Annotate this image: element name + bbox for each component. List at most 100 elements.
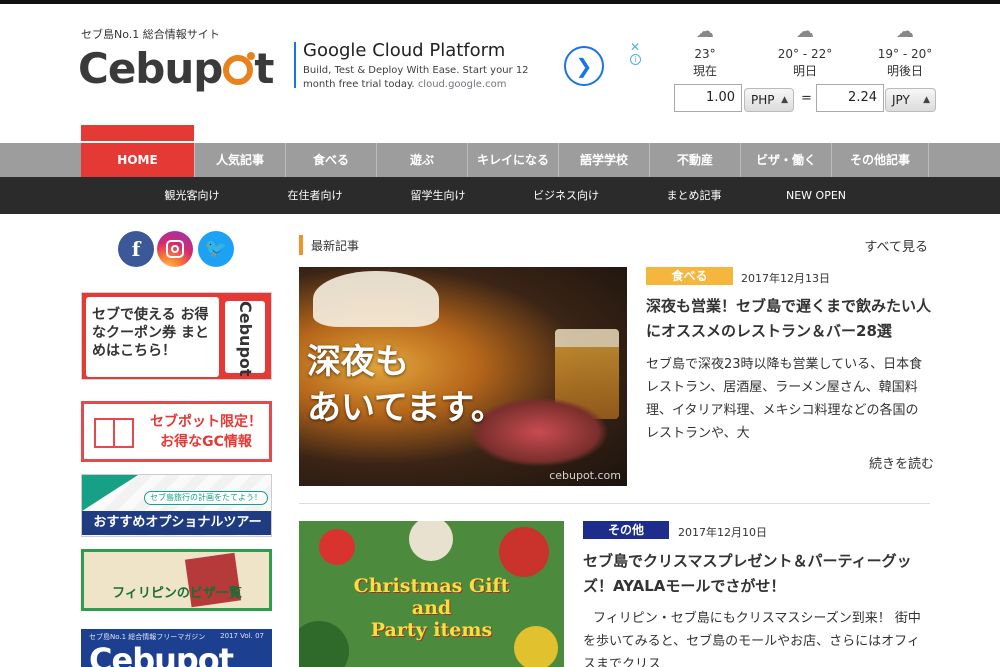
- subnav-item-summary[interactable]: まとめ記事: [642, 177, 746, 214]
- thumbnail-caption: Christmas Gift and Party items: [299, 575, 564, 641]
- site-header: セブ島No.1 総合情報サイト Cebup t Google Cloud Plat…: [0, 4, 1000, 143]
- cloud-rain-icon: ☁: [796, 21, 814, 42]
- weather-temp: 19° - 20°: [877, 47, 933, 61]
- equals-sign: =: [801, 91, 812, 106]
- main-nav: HOME 人気記事 食べる 遊ぶ キレイになる 語学学校 不動産 ビザ・働く そ…: [0, 143, 1000, 177]
- home-tab-marker: [81, 125, 194, 141]
- ad-title[interactable]: Google Cloud Platform: [303, 40, 505, 61]
- thumbnail-caption: 深夜も あいてます。: [307, 339, 505, 431]
- ornament-decoration: [409, 521, 453, 561]
- weather-label: 明日: [792, 64, 817, 78]
- gc-banner-text: セブポット限定！ お得なGC情報: [150, 414, 262, 450]
- chevron-updown-icon: ▲: [781, 95, 788, 105]
- nav-item-popular[interactable]: 人気記事: [194, 143, 285, 177]
- nav-item-beauty[interactable]: キレイになる: [467, 143, 558, 177]
- chevron-updown-icon: ▲: [923, 95, 930, 105]
- gift-icon: [94, 418, 134, 448]
- nav-item-play[interactable]: 遊ぶ: [376, 143, 467, 177]
- section-accent-bar: [299, 235, 303, 255]
- facebook-icon[interactable]: f: [118, 231, 154, 267]
- category-badge[interactable]: 食べる: [646, 267, 733, 285]
- article-excerpt: フィリピン・セブ島にもクリスマスシーズン到来！ 街中を歩いてみると、セブ島のモー…: [583, 611, 921, 667]
- weather-tomorrow: ☁ 20° - 22° 明日: [760, 22, 850, 80]
- thumbnail-caption-line1: Christmas Gift: [353, 575, 510, 597]
- subnav-item-residents[interactable]: 在住者向け: [263, 177, 367, 214]
- magazine-banner[interactable]: セブ島No.1 総合情報フリーマガジン 2017 Vol. 07 Cebupot: [81, 629, 272, 667]
- tour-banner-decoration: [82, 475, 138, 511]
- ornament-decoration: [319, 529, 355, 565]
- chevron-right-icon[interactable]: ❯: [564, 46, 604, 86]
- article-date: 2017年12月13日: [741, 272, 830, 285]
- visa-banner-text: フィリピンのビザ一覧: [112, 586, 242, 601]
- nav-item-other[interactable]: その他記事: [831, 143, 929, 177]
- thumbnail-caption-line1: 深夜も: [307, 342, 409, 382]
- logo-text-end: t: [254, 44, 274, 93]
- coupon-banner-text: セブで使える お得なクーポン券 まとめはこちら！: [86, 297, 219, 377]
- nav-item-visa-work[interactable]: ビザ・働く: [740, 143, 831, 177]
- cloud-thunder-icon: ☁: [896, 21, 914, 42]
- currency-to-select[interactable]: JPY ▲: [885, 88, 936, 112]
- ad-url[interactable]: cloud.google.com: [418, 79, 507, 90]
- article-date: 2017年12月10日: [678, 526, 767, 539]
- cloud-rain-icon: ☁: [696, 21, 714, 42]
- nav-item-home[interactable]: HOME: [81, 143, 194, 177]
- weather-label: 明後日: [886, 64, 923, 78]
- article-excerpt: セブ島で深夜23時以降も営業している、日本食レストラン、居酒屋、ラーメン屋さん、…: [646, 357, 923, 441]
- read-more-link[interactable]: 続きを読む: [869, 453, 934, 472]
- ad-banner[interactable]: Google Cloud Platform Build, Test & Depl…: [294, 40, 644, 94]
- instagram-icon[interactable]: [157, 231, 193, 267]
- weather-temp: 20° - 22°: [777, 47, 833, 61]
- subnav-item-students[interactable]: 留学生向け: [386, 177, 490, 214]
- currency-to-input[interactable]: 2.24: [816, 84, 884, 112]
- twitter-icon[interactable]: 🐦: [198, 231, 234, 267]
- currency-from-input[interactable]: 1.00: [674, 84, 742, 112]
- beer-foam: [313, 271, 439, 327]
- article-title[interactable]: セブ島でクリスマスプレゼント＆パーティーグッズ！AYALAモールでさがせ！: [583, 549, 928, 599]
- thumbnail-watermark: cebupot.com: [549, 469, 621, 482]
- info-icon[interactable]: i: [630, 54, 641, 65]
- coupon-banner-logo: Cebupot: [225, 301, 265, 377]
- site-logo[interactable]: Cebup t: [78, 44, 274, 94]
- magazine-title: Cebupot: [89, 641, 234, 667]
- nav-item-eat[interactable]: 食べる: [285, 143, 376, 177]
- logo-o-icon: [223, 52, 256, 85]
- ad-accent-bar: [294, 42, 296, 88]
- nav-item-real-estate[interactable]: 不動産: [649, 143, 740, 177]
- tour-banner-text: おすすめオプショナルツアー: [82, 511, 271, 535]
- gc-banner[interactable]: セブポット限定！ お得なGC情報: [81, 401, 272, 462]
- weather-label: 現在: [692, 64, 717, 78]
- section-title: 最新記事: [311, 239, 360, 253]
- thumbnail-caption-line2: and: [411, 597, 452, 619]
- article-divider: [299, 503, 930, 504]
- site-tagline: セブ島No.1 総合情報サイト: [81, 28, 220, 41]
- category-badge[interactable]: その他: [583, 521, 669, 539]
- camera-glyph: [166, 240, 184, 258]
- currency-from-value: PHP: [751, 93, 775, 107]
- latest-articles-header: 最新記事 すべて見る: [299, 235, 930, 257]
- subnav-item-tourists[interactable]: 観光客向け: [140, 177, 244, 214]
- logo-text-start: Cebup: [78, 44, 223, 93]
- visa-banner[interactable]: フィリピンのビザ一覧: [81, 549, 272, 611]
- currency-to-value: JPY: [892, 93, 910, 107]
- nav-item-language-school[interactable]: 語学学校: [558, 143, 649, 177]
- article-title[interactable]: 深夜も営業！セブ島で遅くまで飲みたい人にオススメのレストラン＆バー28選: [646, 294, 931, 344]
- subnav-item-new-open[interactable]: NEW OPEN: [764, 177, 868, 214]
- subnav-item-business[interactable]: ビジネス向け: [514, 177, 618, 214]
- sub-nav: 観光客向け 在住者向け 留学生向け ビジネス向け まとめ記事 NEW OPEN: [0, 177, 1000, 214]
- see-all-link[interactable]: すべて見る: [864, 236, 928, 255]
- ad-body: Build, Test & Deploy With Ease. Start yo…: [303, 64, 543, 92]
- article-thumbnail[interactable]: 深夜もあいてます。 cebupot.com: [299, 267, 627, 486]
- currency-from-select[interactable]: PHP ▲: [744, 88, 794, 112]
- tour-banner-pill: セブ島旅行の計画をたてよう！: [144, 491, 268, 505]
- thumbnail-caption-line2: あいてます。: [307, 388, 505, 428]
- coupon-banner[interactable]: セブで使える お得なクーポン券 まとめはこちら！ Cebupot: [81, 292, 272, 380]
- weather-day-after: ☁ 19° - 20° 明後日: [860, 22, 950, 80]
- ornament-decoration: [499, 527, 549, 577]
- tour-banner[interactable]: セブ島旅行の計画をたてよう！ おすすめオプショナルツアー: [81, 474, 272, 537]
- weather-now: ☁ 23° 現在: [660, 22, 750, 80]
- article-thumbnail[interactable]: Christmas Gift and Party items: [299, 521, 564, 667]
- weather-temp: 23°: [694, 47, 716, 61]
- close-icon[interactable]: ✕: [630, 40, 640, 54]
- thumbnail-caption-line3: Party items: [370, 619, 493, 641]
- magazine-volume: 2017 Vol. 07: [220, 632, 264, 640]
